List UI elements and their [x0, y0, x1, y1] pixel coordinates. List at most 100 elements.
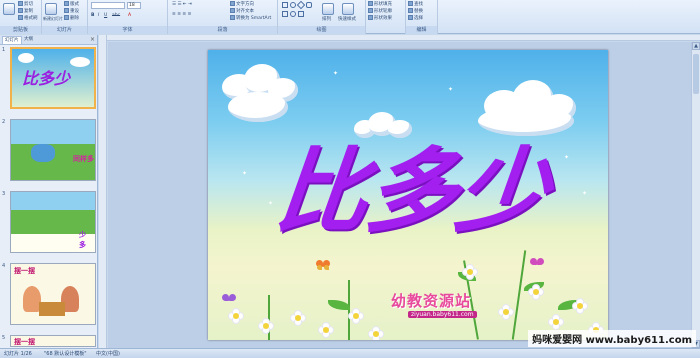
- diamond-shape-icon[interactable]: [296, 0, 306, 10]
- flower-shape: [290, 310, 306, 326]
- sparkle-icon: ✦: [582, 190, 588, 197]
- thumbnail-4[interactable]: 4 摆一摆: [2, 263, 96, 325]
- theme-name: "68 默认设计模板": [44, 351, 87, 357]
- ribbon-group-shape-format: 形状填充 形状轮廓 形状效果: [366, 0, 406, 34]
- arrange-button[interactable]: 排列: [322, 17, 331, 23]
- flower-shape: [498, 304, 514, 320]
- thumbnail-title: 同样多: [73, 155, 94, 163]
- status-bar: 幻灯片 1/26 "68 默认设计模板" 中文(中国): [0, 348, 700, 358]
- vertical-ruler: [99, 35, 107, 348]
- thumbnail-5[interactable]: 5 摆一摆: [2, 335, 96, 347]
- thumbnail-2[interactable]: 2 同样多: [2, 119, 96, 181]
- butterfly-icon: [530, 258, 544, 270]
- sparkle-icon: ✦: [564, 154, 570, 161]
- paste-icon[interactable]: [3, 3, 15, 15]
- cloud-shape: [70, 57, 90, 67]
- site-logo-url: ziyuan.baby611.com: [408, 311, 477, 318]
- thumbnail-number: 2: [2, 119, 6, 125]
- thumbnail-number: 4: [2, 263, 6, 269]
- new-slide-button[interactable]: 新建幻灯片: [43, 16, 63, 22]
- flower-stem: [511, 250, 527, 340]
- horizontal-ruler: [107, 35, 700, 41]
- rounded-shape-icon[interactable]: [306, 2, 312, 8]
- butterfly-icon: [316, 260, 330, 272]
- delete-button[interactable]: 删除: [64, 15, 79, 21]
- font-size-select[interactable]: 18: [127, 2, 141, 9]
- flower-shape: [548, 314, 564, 330]
- reset-button[interactable]: 重设: [64, 8, 79, 14]
- slides-panel: 幻灯片 大纲 × 1 比多少 2 同样多 3 少 多 4 摆一摆 5 摆一摆: [0, 35, 98, 348]
- font-color-button[interactable]: A: [128, 13, 131, 19]
- arrange-icon[interactable]: [322, 3, 334, 15]
- sparkle-icon: ✦: [448, 86, 454, 93]
- thumbnail-title: 摆一摆: [14, 267, 35, 275]
- find-button[interactable]: 查找: [408, 1, 423, 7]
- thumbnail-image: 摆一摆: [10, 263, 96, 325]
- tab-slides[interactable]: 幻灯片: [2, 36, 22, 44]
- bullets-button[interactable]: ☰ ☰ ⇤ ⇥: [172, 2, 192, 8]
- current-slide[interactable]: ✦ ✦ ✦ ✦ ✦ ✦ ✦ 比多少 幼教资源站 ziyuan.baby611.c…: [208, 50, 608, 340]
- scroll-thumb[interactable]: [693, 54, 699, 94]
- quick-styles-icon[interactable]: [342, 3, 354, 15]
- smartart-button[interactable]: 转换为 SmartArt: [230, 15, 271, 21]
- shape-outline-button[interactable]: 形状轮廓: [368, 8, 392, 14]
- brush-icon: [18, 15, 23, 20]
- thumbnail-number: 1: [2, 47, 6, 53]
- flower-shape: [528, 284, 544, 300]
- quick-styles-button[interactable]: 快速样式: [338, 17, 356, 23]
- text-direction-icon: [230, 1, 235, 6]
- flower-shape: [228, 308, 244, 324]
- site-logo-text: 幼教资源站: [391, 292, 472, 310]
- ribbon-group-slides: 新建幻灯片 版式 重设 删除 幻灯片: [42, 0, 88, 34]
- sparkle-icon: ✦: [333, 70, 339, 77]
- slide-title[interactable]: 比多少: [260, 132, 563, 252]
- select-button[interactable]: 选择: [408, 15, 423, 21]
- cloud-shape: [18, 53, 34, 63]
- tab-outline[interactable]: 大纲: [22, 36, 35, 44]
- scissors-icon: [18, 1, 23, 6]
- shape-fill-button[interactable]: 形状填充: [368, 1, 392, 7]
- butterfly-icon: [222, 294, 236, 306]
- copy-button[interactable]: 复制: [18, 8, 33, 14]
- replace-button[interactable]: 替换: [408, 8, 423, 14]
- strike-button[interactable]: abc: [112, 13, 120, 19]
- ribbon-group-font: 18 B I U abc A 字体: [88, 0, 168, 34]
- new-slide-icon[interactable]: [45, 3, 57, 15]
- align-text-icon: [230, 8, 235, 13]
- close-icon[interactable]: ×: [90, 36, 95, 43]
- circle-shape-icon[interactable]: [290, 11, 296, 17]
- sparkle-icon: ✦: [242, 170, 248, 177]
- line-shape-icon[interactable]: [298, 11, 304, 17]
- align-buttons[interactable]: ≡ ≡ ≡ ≡: [172, 12, 191, 18]
- rectangle-shape-icon[interactable]: [282, 2, 288, 8]
- delete-icon: [64, 15, 69, 20]
- cloud-shape: [228, 92, 288, 122]
- group-label-clipboard: 剪贴板: [0, 26, 41, 34]
- thumbnail-number: 3: [2, 191, 6, 197]
- thumbnail-image: 摆一摆: [10, 335, 96, 347]
- align-text-button[interactable]: 对齐文本: [230, 8, 254, 14]
- italic-button[interactable]: I: [98, 13, 99, 19]
- layout-button[interactable]: 版式: [64, 1, 79, 7]
- oval-shape-icon[interactable]: [290, 2, 296, 8]
- underline-button[interactable]: U: [104, 13, 107, 19]
- cut-button[interactable]: 剪切: [18, 1, 33, 7]
- arrow-shape-icon[interactable]: [282, 11, 288, 17]
- thumbnail-1[interactable]: 1 比多少: [2, 47, 96, 109]
- format-painter-button[interactable]: 格式刷: [18, 15, 38, 21]
- select-icon: [408, 15, 413, 20]
- vertical-scrollbar[interactable]: ▲ ▼: [691, 42, 700, 348]
- font-family-select[interactable]: [91, 2, 125, 9]
- scroll-up-icon[interactable]: ▲: [692, 42, 700, 50]
- language-indicator: 中文(中国): [96, 351, 120, 357]
- shape-effects-button[interactable]: 形状效果: [368, 15, 392, 21]
- thumbnail-title: 比多少: [22, 69, 71, 88]
- sky-area: [11, 192, 95, 210]
- text-direction-button[interactable]: 文字方向: [230, 1, 254, 7]
- ribbon-group-editing: 查找 替换 选择 编辑: [406, 0, 438, 34]
- bold-button[interactable]: B: [91, 13, 94, 19]
- ribbon-group-paragraph: ☰ ☰ ⇤ ⇥ ≡ ≡ ≡ ≡ 文字方向 对齐文本 转换为 SmartArt 段…: [168, 0, 278, 34]
- thumbnail-3[interactable]: 3 少 多: [2, 191, 96, 253]
- sky-area: [11, 120, 95, 144]
- reset-icon: [64, 8, 69, 13]
